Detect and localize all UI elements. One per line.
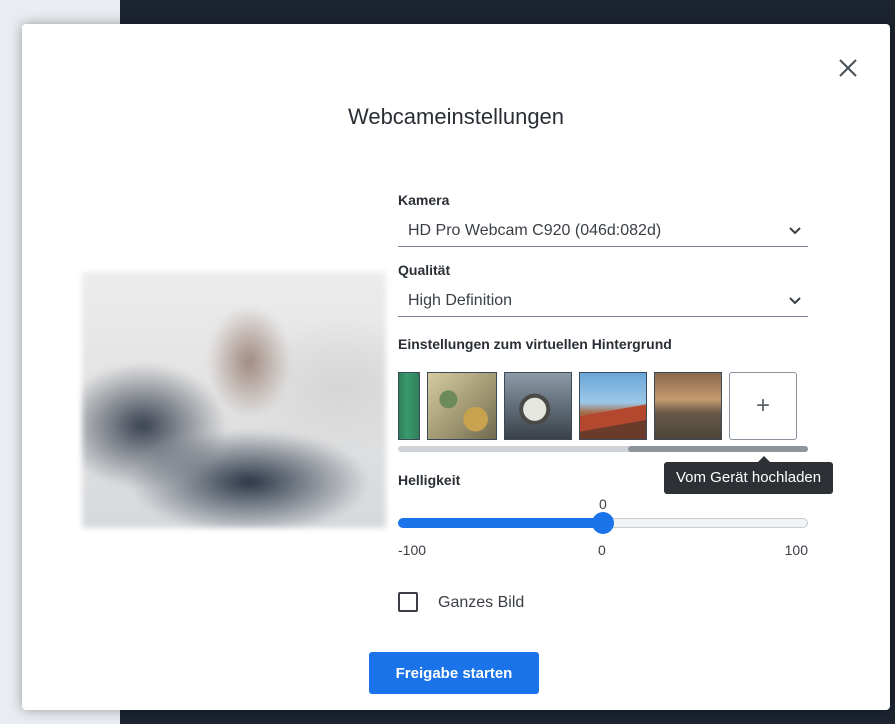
background-thumbnail[interactable] <box>427 372 497 440</box>
background-thumbnail[interactable] <box>504 372 572 440</box>
background-thumbnails: + <box>398 372 808 444</box>
quality-label: Qualität <box>398 262 451 278</box>
brightness-label: Helligkeit <box>398 472 461 488</box>
brightness-value: 0 <box>599 496 607 512</box>
camera-label: Kamera <box>398 192 450 208</box>
chevron-down-icon <box>789 227 801 235</box>
brightness-slider-fill <box>398 518 603 528</box>
quality-select-value: High Definition <box>408 292 513 309</box>
upload-tooltip: Vom Gerät hochladen <box>664 456 834 494</box>
background-thumbnail[interactable] <box>398 372 420 440</box>
plus-icon: + <box>755 392 770 419</box>
quality-select[interactable]: High Definition <box>398 286 808 317</box>
upload-background-button[interactable]: + <box>729 372 797 440</box>
close-button[interactable] <box>832 52 864 84</box>
chevron-down-icon <box>789 297 801 305</box>
start-sharing-button[interactable]: Freigabe starten <box>369 652 539 694</box>
dialog-title: Webcameinstellungen <box>347 104 565 129</box>
webcam-preview <box>82 272 386 528</box>
whole-image-label: Ganzes Bild <box>438 594 525 611</box>
background-thumbnail[interactable] <box>579 372 647 440</box>
webcam-settings-dialog: Webcameinstellungen Kamera HD Pro Webcam… <box>22 24 890 710</box>
brightness-mid-label: 0 <box>598 542 606 558</box>
camera-select-value: HD Pro Webcam C920 (046d:082d) <box>408 222 662 239</box>
scrollbar-handle[interactable] <box>628 446 808 452</box>
whole-image-checkbox[interactable] <box>398 592 418 612</box>
brightness-min-label: -100 <box>398 542 427 558</box>
brightness-max-label: 100 <box>784 542 808 558</box>
brightness-slider-thumb[interactable] <box>592 512 614 534</box>
thumbnail-scrollbar[interactable] <box>398 446 808 452</box>
background-thumbnail[interactable] <box>654 372 722 440</box>
close-icon <box>839 59 857 77</box>
virtual-background-label: Einstellungen zum virtuellen Hintergrund <box>398 336 672 352</box>
camera-select[interactable]: HD Pro Webcam C920 (046d:082d) <box>398 216 808 247</box>
